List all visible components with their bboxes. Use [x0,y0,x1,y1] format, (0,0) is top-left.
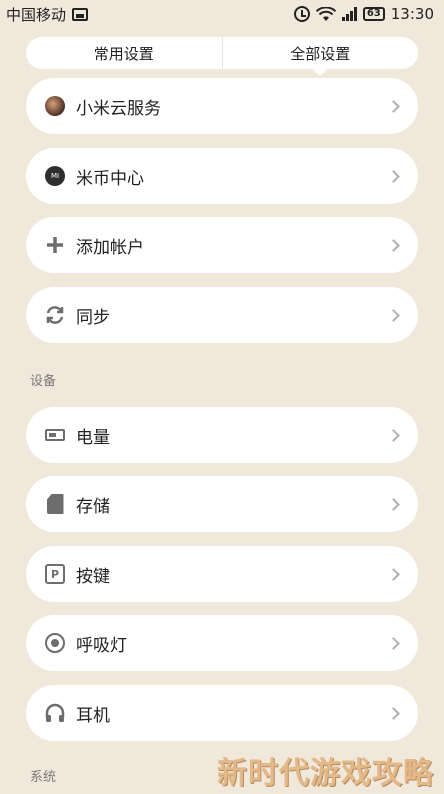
headphones-label: 耳机 [76,705,110,726]
sync-label: 同步 [76,307,110,328]
chevron-right-icon [387,308,400,322]
battery-label: 电量 [76,427,110,448]
tab-all-settings[interactable]: 全部设置 [221,37,419,69]
tab-common-settings[interactable]: 常用设置 [26,37,222,69]
storage-item[interactable]: 存储 [26,476,418,532]
mi-cloud-item[interactable]: 小米云服务 [26,78,418,134]
add-account-label: 添加帐户 [76,237,144,258]
carrier-name: 中国移动 [6,5,67,24]
signal-icon [341,7,357,21]
chevron-right-icon [387,169,400,183]
status-bar: 中国移动 63 13:30 [0,0,444,28]
battery-indicator: 63 [362,7,385,21]
headphones-icon [44,702,66,724]
breathing-light-label: 呼吸灯 [76,635,127,656]
settings-tabs: 常用设置 全部设置 [26,37,418,69]
battery-item[interactable]: 电量 [26,407,418,463]
battery-icon [44,424,66,446]
sd-card-icon [44,493,66,515]
sync-icon [44,304,66,326]
button-icon: P [44,563,66,585]
plus-icon [44,234,66,256]
sync-item[interactable]: 同步 [26,287,418,343]
led-icon [44,632,66,654]
alarm-icon [293,6,310,22]
chevron-right-icon [387,428,400,442]
add-account-item[interactable]: 添加帐户 [26,217,418,273]
watermark: 新时代游戏攻略 [217,756,434,791]
image-notification-icon [72,7,89,21]
system-section-title: 系统 [30,770,57,785]
wifi-icon [315,6,336,21]
chevron-right-icon [387,497,400,511]
mi-coin-label: 米币中心 [76,168,144,189]
chevron-right-icon [387,238,400,252]
breathing-light-item[interactable]: 呼吸灯 [26,615,418,671]
chevron-right-icon [387,567,400,581]
clock: 13:30 [390,5,434,23]
device-section-title: 设备 [30,374,57,389]
buttons-item[interactable]: P 按键 [26,546,418,602]
mi-cloud-avatar-icon [44,95,66,117]
buttons-label: 按键 [76,566,110,587]
chevron-right-icon [387,636,400,650]
headphones-item[interactable]: 耳机 [26,685,418,741]
chevron-right-icon [387,706,400,720]
chevron-right-icon [387,99,400,113]
storage-label: 存储 [76,496,110,517]
mi-coin-item[interactable]: MI 米币中心 [26,148,418,204]
mi-coin-icon: MI [44,165,66,187]
mi-cloud-label: 小米云服务 [76,98,161,119]
